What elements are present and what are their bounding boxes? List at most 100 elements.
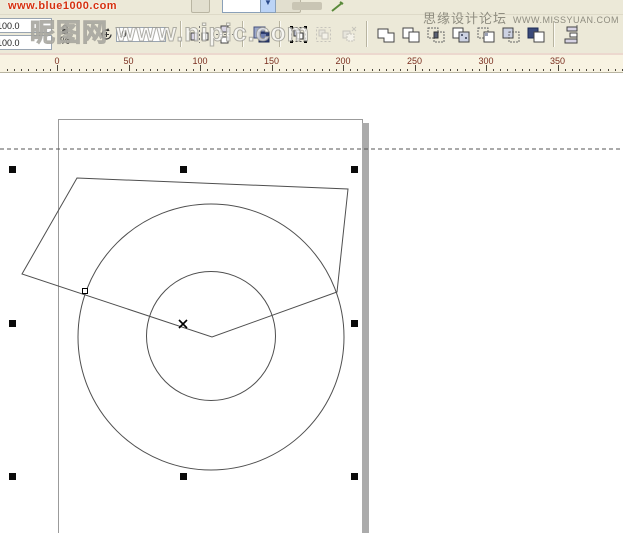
ruler-tick-minor — [336, 69, 337, 71]
ruler-tick-minor — [350, 69, 351, 71]
ruler-tick-minor — [164, 69, 165, 71]
intersect-button[interactable] — [423, 21, 448, 47]
simplify-button[interactable] — [448, 21, 473, 47]
selection-handle[interactable] — [9, 166, 16, 173]
selection-handle[interactable] — [9, 473, 16, 480]
ruler-tick-minor — [7, 69, 8, 71]
selection-handle[interactable] — [9, 320, 16, 327]
ruler-tick-minor — [457, 69, 458, 71]
weld-button[interactable] — [373, 21, 398, 47]
unreadable-label — [292, 2, 314, 10]
ruler-tick-minor — [600, 69, 601, 71]
selection-handle[interactable] — [351, 320, 358, 327]
rotation-icon — [96, 21, 116, 47]
ruler-tick-minor — [372, 69, 373, 71]
ruler-tick-minor — [300, 69, 301, 71]
ruler-tick-minor — [536, 69, 537, 71]
ruler-tick-minor — [257, 69, 258, 71]
drawing-canvas[interactable]: 丝路教程网 www.nipic.com — [0, 73, 623, 533]
ruler-tick-minor — [543, 69, 544, 71]
ruler-tick-minor — [579, 69, 580, 71]
back-minus-front-button[interactable] — [498, 21, 523, 47]
ruler-tick-minor — [550, 69, 551, 71]
save-icon[interactable] — [191, 0, 210, 13]
zoom-level-combo[interactable]: ▼ — [222, 0, 276, 13]
ruler-tick-minor — [293, 69, 294, 71]
ruler-tick-major — [129, 65, 130, 71]
polygon-shape[interactable] — [22, 178, 348, 337]
ruler-tick-minor — [515, 69, 516, 71]
ruler-tick-minor — [79, 69, 80, 71]
standard-toolbar: www.blue1000.com ▼ — [0, 0, 623, 15]
ruler-tick-minor — [522, 69, 523, 71]
ruler-tick-minor — [143, 69, 144, 71]
coreldraw-window: www.blue1000.com ▼ % — [0, 0, 623, 531]
pen-outline-icon[interactable] — [331, 1, 345, 12]
ruler-tick-minor — [14, 69, 15, 71]
ruler-tick-minor — [28, 69, 29, 71]
ruler-tick-minor — [379, 69, 380, 71]
separator — [242, 21, 244, 47]
ruler-tick-minor — [314, 69, 315, 71]
combine-button[interactable] — [249, 21, 274, 47]
mirror-horizontal-button[interactable] — [187, 21, 212, 47]
ruler-tick-minor — [343, 69, 344, 71]
trim-button[interactable] — [398, 21, 423, 47]
selection-handle[interactable] — [180, 473, 187, 480]
mirror-vertical-button[interactable] — [212, 21, 237, 47]
curve-node-marker[interactable] — [83, 289, 88, 294]
ruler-tick-minor — [157, 69, 158, 71]
ruler-tick-minor — [21, 69, 22, 71]
selection-handle[interactable] — [351, 166, 358, 173]
ungroup-all-button — [336, 21, 361, 47]
ruler-tick-minor — [186, 69, 187, 71]
front-minus-back-button[interactable] — [473, 21, 498, 47]
ruler-tick-minor — [86, 69, 87, 71]
horizontal-ruler[interactable]: 050100150200250300350 — [0, 55, 623, 73]
rotation-angle-input[interactable] — [116, 27, 166, 42]
inner-circle-shape[interactable] — [147, 272, 276, 401]
selection-handle[interactable] — [351, 473, 358, 480]
chevron-down-icon[interactable]: ▼ — [260, 0, 275, 12]
ruler-tick-minor — [507, 69, 508, 71]
ruler-tick-minor — [364, 69, 365, 71]
ruler-tick-minor — [558, 69, 559, 71]
ruler-tick-minor — [565, 69, 566, 71]
watermark-blue1000: www.blue1000.com — [8, 0, 117, 12]
ruler-tick-minor — [407, 69, 408, 71]
ruler-tick-minor — [608, 69, 609, 71]
ruler-tick-major — [200, 65, 201, 71]
ruler-tick-minor — [436, 69, 437, 71]
ruler-tick-minor — [250, 69, 251, 71]
ruler-tick-minor — [529, 69, 530, 71]
ruler-tick-minor — [593, 69, 594, 71]
ruler-tick-minor — [229, 69, 230, 71]
ruler-tick-minor — [429, 69, 430, 71]
ruler-tick-minor — [179, 69, 180, 71]
ruler-tick-minor — [422, 69, 423, 71]
ruler-tick-minor — [71, 69, 72, 71]
selection-center-marker[interactable] — [179, 320, 187, 328]
ruler-tick-minor — [443, 69, 444, 71]
ruler-tick-minor — [415, 69, 416, 71]
selection-handle[interactable] — [180, 166, 187, 173]
scale-h-input[interactable] — [0, 18, 52, 33]
ruler-tick-minor — [171, 69, 172, 71]
separator — [180, 21, 182, 47]
separator — [279, 21, 281, 47]
separator — [366, 21, 368, 47]
ruler-tick-minor — [500, 69, 501, 71]
ruler-tick-minor — [472, 69, 473, 71]
scale-v-input[interactable] — [0, 35, 52, 50]
ruler-tick-minor — [50, 69, 51, 71]
property-bar: % — [0, 15, 623, 53]
create-boundary-button[interactable] — [523, 21, 548, 47]
ruler-tick-minor — [136, 69, 137, 71]
align-distribute-button[interactable] — [560, 21, 585, 47]
group-button[interactable] — [286, 21, 311, 47]
ungroup-button — [311, 21, 336, 47]
lock-ratio-icon[interactable] — [59, 22, 71, 34]
ruler-tick-minor — [400, 69, 401, 71]
ruler-tick-minor — [114, 69, 115, 71]
ruler-tick-minor — [43, 69, 44, 71]
